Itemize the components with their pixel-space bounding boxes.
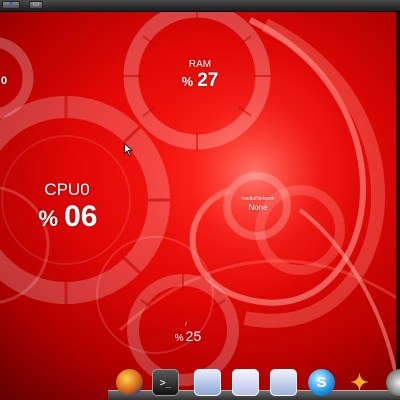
disk-percent-symbol: %	[174, 333, 184, 344]
terminal-icon[interactable]: >_	[152, 369, 179, 396]
network-value: None	[248, 203, 268, 212]
disc-glyph	[386, 369, 400, 396]
ram-percent-symbol: %	[181, 74, 194, 89]
right-panel-edge	[396, 11, 400, 400]
top-panel: ▼ ▭	[0, 0, 400, 12]
firefox-icon[interactable]	[116, 369, 143, 396]
ram-value: % 27	[170, 70, 230, 92]
document-glyph	[271, 370, 296, 395]
cpu-percent-value: 06	[64, 200, 98, 233]
left-partial-value: 0	[0, 75, 8, 87]
skype-glyph: S	[316, 374, 327, 391]
text-editor-glyph	[195, 370, 220, 395]
desktop: ▼ ▭ 0 CPU0 % 06 RAM % 27 media/Network Non…	[0, 0, 400, 400]
dock: >_ S ✦	[108, 366, 400, 400]
pinwheel-icon[interactable]: ✦	[346, 369, 373, 396]
cpu-value: % 06	[18, 200, 118, 234]
disc-icon[interactable]	[386, 369, 400, 396]
image-viewer-glyph	[233, 370, 258, 395]
down-arrow-icon[interactable]: ▼	[2, 1, 20, 9]
window-icon[interactable]: ▭	[29, 1, 43, 9]
ram-percent-value: 27	[197, 70, 219, 91]
disk-gauge	[96, 236, 239, 386]
image-viewer-icon[interactable]	[232, 369, 259, 396]
network-label: media/Network	[241, 196, 275, 202]
disk-percent-value: 25	[185, 328, 202, 344]
skype-icon[interactable]: S	[308, 369, 335, 396]
mouse-cursor-icon	[124, 143, 133, 156]
terminal-glyph: >_	[159, 378, 172, 389]
firefox-glyph	[116, 369, 143, 396]
cpu-label: CPU0	[44, 180, 90, 199]
cpu-percent-symbol: %	[38, 206, 59, 231]
pinwheel-glyph: ✦	[350, 370, 369, 395]
ram-label: RAM	[188, 59, 212, 70]
disk-value: % 25	[164, 328, 212, 344]
text-editor-icon[interactable]	[194, 369, 221, 396]
document-icon[interactable]	[270, 369, 297, 396]
